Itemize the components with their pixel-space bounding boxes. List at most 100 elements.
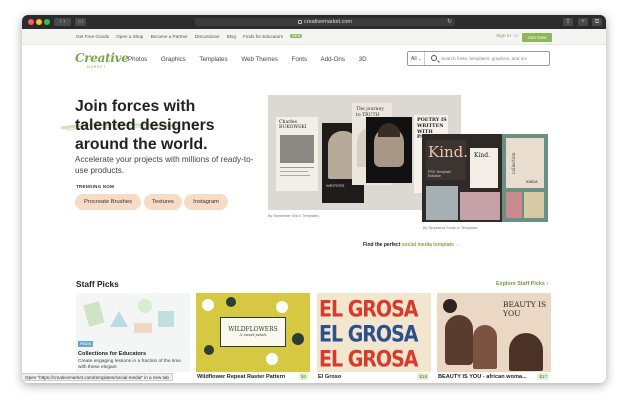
- utility-links: Get Free Goods Open a Shop Become a Part…: [76, 34, 314, 39]
- trending-textures[interactable]: Textures: [144, 194, 182, 210]
- new-badge: NEW: [290, 34, 303, 38]
- join-now-button[interactable]: Join Now: [522, 33, 552, 42]
- link-blog[interactable]: Blog: [227, 34, 236, 39]
- social-media-template-link[interactable]: social media template →: [402, 242, 460, 248]
- share-icon[interactable]: ⇪: [563, 18, 573, 26]
- nav-web-themes[interactable]: Web Themes: [241, 56, 278, 63]
- hero-headline: Join forces with talented designers arou…: [75, 97, 255, 154]
- product-card-educators[interactable]: FINDS Collections for Educators Create e…: [76, 293, 190, 383]
- product-image: WILDFLOWERS & sweet petals: [196, 293, 310, 372]
- beauty-art-title: BEAUTY IS YOU: [503, 300, 547, 318]
- link-finds-educators-label: Finds for Educators: [243, 34, 284, 39]
- new-tab-icon[interactable]: +: [578, 18, 588, 26]
- kind-panel-pink: [460, 192, 500, 220]
- wildflower-art-title: WILDFLOWERS: [228, 326, 278, 333]
- kind-panel-grey: [426, 186, 458, 220]
- product-card-el-groso[interactable]: EL GROSA EL GROSA EL GROSA El Groso $18: [317, 293, 431, 383]
- grosa-line-blue: EL GROSA: [319, 322, 418, 348]
- link-free-goods[interactable]: Get Free Goods: [76, 34, 109, 39]
- product-price: $18: [417, 373, 429, 380]
- chevron-right-icon: ›: [546, 281, 549, 287]
- trending-label: TRENDING NOW: [76, 184, 115, 189]
- collage-text-bukowski: Charles BUKOWSKI: [279, 120, 307, 130]
- product-card-wildflower[interactable]: WILDFLOWERS & sweet petals Wildflower Re…: [196, 293, 310, 383]
- nav-graphics[interactable]: Graphics: [161, 56, 186, 63]
- trending-procreate-brushes[interactable]: Procreate Brushes: [75, 194, 141, 210]
- nav-add-ons[interactable]: Add-Ons: [321, 56, 345, 63]
- link-become-partner[interactable]: Become a Partner: [151, 34, 188, 39]
- wildflower-art-subtitle: & sweet petals: [239, 333, 267, 337]
- chevron-down-icon: ⌄: [417, 56, 422, 61]
- close-window-button[interactable]: [28, 19, 34, 25]
- url-text: creativemarket.com: [304, 19, 352, 25]
- collage-card-portrait: [366, 117, 412, 183]
- arrow-right-icon: →: [455, 242, 461, 248]
- browser-titlebar: ‹ › ▭ creativemarket.com ↻ ⇪ + ⧉: [22, 15, 606, 29]
- nav-fonts[interactable]: Fonts: [292, 56, 307, 63]
- hero-headline-line2: talented designers: [75, 117, 215, 134]
- product-image: EL GROSA EL GROSA EL GROSA: [317, 293, 431, 372]
- kind-small-title: Kind.: [474, 152, 491, 159]
- kind-title: Kind.: [428, 143, 469, 161]
- explore-staff-picks-link[interactable]: Explore Staff Picks ›: [496, 281, 548, 287]
- search-icon: [431, 55, 437, 61]
- grosa-line-red-2: EL GROSA: [319, 347, 418, 372]
- utility-bar: Get Free Goods Open a Shop Become a Part…: [22, 29, 606, 45]
- collage-card-bukowski: Charles BUKOWSKI: [276, 117, 318, 191]
- finds-badge: FINDS: [78, 341, 94, 347]
- product-name: BEAUTY IS YOU - african woma...: [438, 374, 527, 380]
- caption-right: By Simplanna Studio in Templates: [423, 226, 478, 230]
- nav-photos[interactable]: Photos: [128, 56, 147, 63]
- minimize-window-button[interactable]: [36, 19, 42, 25]
- search-input[interactable]: [441, 54, 546, 63]
- product-name: El Groso: [318, 374, 342, 380]
- product-price: $17: [537, 373, 549, 380]
- kind-text-collection: collection: [512, 152, 517, 174]
- product-description: Create engaging lessons in a fraction of…: [78, 359, 181, 370]
- find-text: Find the perfect: [363, 242, 401, 248]
- reload-icon[interactable]: ↻: [447, 18, 452, 26]
- nav-3d[interactable]: 3D: [359, 56, 367, 63]
- link-discussions[interactable]: Discussions: [195, 34, 220, 39]
- sign-in-link[interactable]: Sign In: [496, 34, 511, 39]
- wildflower-label: WILDFLOWERS & sweet petals: [220, 317, 286, 347]
- grosa-line-red: EL GROSA: [319, 297, 418, 323]
- product-image: BEAUTY IS YOU: [437, 293, 551, 372]
- main-nav: Creative MARKET Photos Graphics Template…: [22, 46, 606, 72]
- back-forward-icon[interactable]: ‹ ›: [54, 18, 71, 26]
- product-card-beauty[interactable]: BEAUTY IS YOU BEAUTY IS YOU - african wo…: [437, 293, 551, 383]
- kind-template-text: PSD Template Editable: [428, 170, 451, 178]
- search-scope-select[interactable]: All ⌄: [408, 52, 425, 65]
- product-name: Collections for Educators: [78, 351, 147, 357]
- product-price: $4: [298, 373, 308, 380]
- tabs-overview-icon[interactable]: ⧉: [592, 18, 602, 26]
- collage-photo: [280, 135, 314, 163]
- hero-headline-line1: Join forces with: [75, 98, 196, 115]
- maximize-window-button[interactable]: [44, 19, 50, 25]
- caption-left: By September Silk in Templates: [268, 214, 319, 218]
- browser-window: ‹ › ▭ creativemarket.com ↻ ⇪ + ⧉ Get Fre…: [22, 15, 606, 383]
- find-template-line: Find the perfect social media template →: [363, 242, 460, 248]
- logo-subtitle: MARKET: [87, 65, 107, 69]
- hero-subtitle: Accelerate your projects with millions o…: [75, 155, 254, 175]
- collage-text-writers: WRITERS: [326, 183, 345, 188]
- sign-in-separator: or: [514, 34, 519, 39]
- search-scope-value: All: [411, 56, 417, 62]
- product-name: Wildflower Repeat Raster Pattern: [197, 374, 286, 380]
- browser-status-bar: Open "https://creativemarket.com/templat…: [22, 373, 173, 381]
- trending-instagram[interactable]: Instagram: [184, 194, 228, 210]
- link-finds-educators[interactable]: Finds for Educators NEW: [243, 34, 308, 39]
- link-open-shop[interactable]: Open a Shop: [116, 34, 143, 39]
- staff-picks-title: Staff Picks: [76, 279, 119, 289]
- sidebar-icon[interactable]: ▭: [75, 18, 86, 26]
- hero-kind-image[interactable]: Kind. PSD Template Editable Kind. collec…: [422, 134, 548, 222]
- lock-icon: [298, 19, 302, 24]
- kind-card-green: collection KINDA: [502, 134, 548, 222]
- url-bar[interactable]: creativemarket.com ↻: [195, 18, 455, 26]
- creative-market-logo[interactable]: Creative: [75, 51, 129, 65]
- search-box: All ⌄: [407, 51, 550, 66]
- explore-label: Explore Staff Picks: [496, 281, 545, 287]
- hero-headline-line3: around the world.: [75, 136, 208, 153]
- nav-templates[interactable]: Templates: [199, 56, 227, 63]
- kind-text-kinda: KINDA: [526, 180, 538, 184]
